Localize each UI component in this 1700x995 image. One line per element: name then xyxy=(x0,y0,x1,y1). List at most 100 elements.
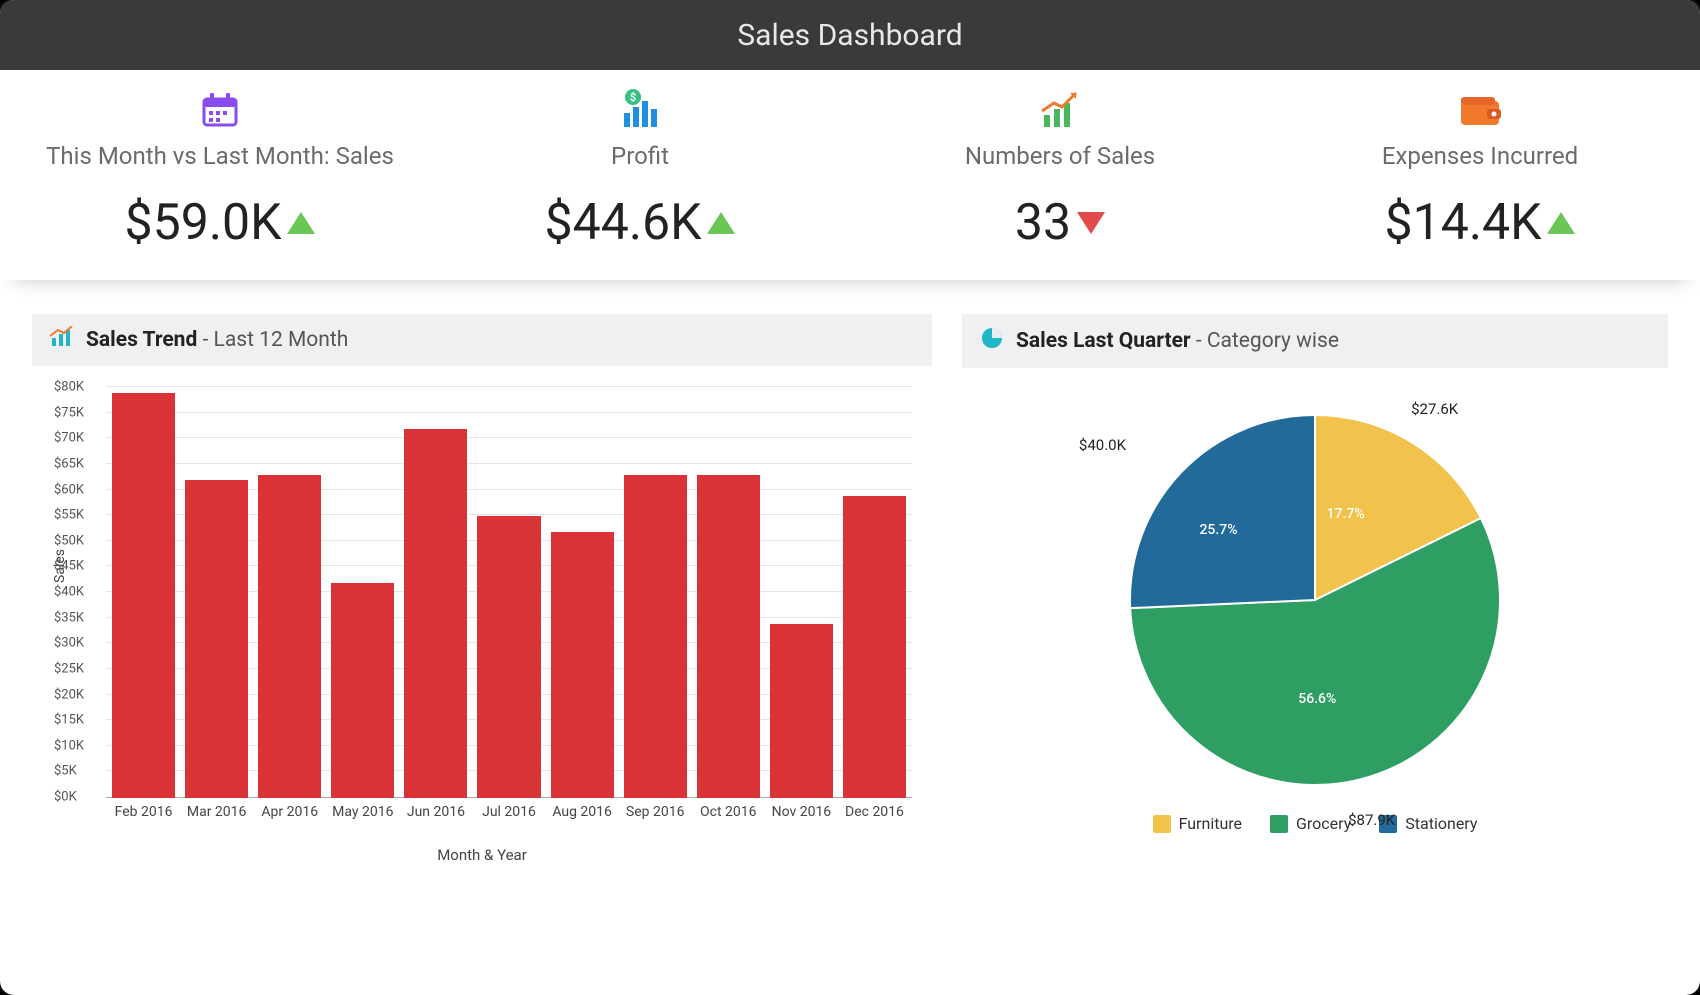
kpi-value: 33 xyxy=(1015,194,1071,252)
dashboard-header: Sales Dashboard xyxy=(0,0,1700,70)
bar[interactable] xyxy=(477,516,540,798)
y-tick: $10K xyxy=(54,738,84,753)
kpi-expenses: Expenses Incurred $14.4K xyxy=(1278,88,1681,252)
trend-up-icon xyxy=(1547,212,1575,234)
x-tick: Dec 2016 xyxy=(843,804,906,820)
panel-body: Sales $0K$5K$10K$15K$20K$25K$30K$35K$40K… xyxy=(32,366,932,874)
kpi-profit: $ Profit $44.6K xyxy=(438,88,841,252)
pie-chart: 17.7% $27.6K 56.6% $87.9K 25.7% $40.0K Furnit… xyxy=(972,390,1658,860)
bar[interactable] xyxy=(404,429,467,798)
bar-column xyxy=(331,583,394,798)
x-axis-label: Month & Year xyxy=(42,846,922,864)
pie-legend: Furniture Grocery Stationery xyxy=(1153,814,1478,833)
bar[interactable] xyxy=(331,583,394,798)
kpi-num-sales: Numbers of Sales 33 xyxy=(858,88,1261,252)
kpi-value-row: 33 xyxy=(1015,194,1105,252)
page-title: Sales Dashboard xyxy=(737,18,962,53)
kpi-label: Numbers of Sales xyxy=(965,142,1155,170)
bar-xlabels: Feb 2016 Mar 2016 Apr 2016 May 2016 Jun 2016… xyxy=(106,804,912,820)
y-tick: $15K xyxy=(54,713,84,728)
x-tick: Nov 2016 xyxy=(770,804,833,820)
y-tick: $55K xyxy=(54,508,84,523)
kpi-label: Expenses Incurred xyxy=(1382,142,1578,170)
pie-pct-label: 17.7% xyxy=(1327,506,1365,522)
bar-column xyxy=(404,429,467,798)
legend-grocery: Grocery xyxy=(1270,814,1351,833)
kpi-value: $59.0K xyxy=(125,194,282,252)
bar-chart-icon xyxy=(50,326,74,354)
y-tick: $70K xyxy=(54,431,84,446)
panel-title: Sales Last Quarter - Category wise xyxy=(1016,329,1339,353)
legend-furniture: Furniture xyxy=(1153,814,1242,833)
pie-chart-icon xyxy=(980,326,1004,356)
sales-quarter-panel: Sales Last Quarter - Category wise 17.7%… xyxy=(962,314,1668,874)
bar-column xyxy=(843,496,906,798)
x-tick: May 2016 xyxy=(331,804,394,820)
x-tick: Jun 2016 xyxy=(404,804,467,820)
y-tick: $45K xyxy=(54,559,84,574)
pie-holder: 17.7%$27.6K56.6%$87.9K25.7%$40.0K xyxy=(972,390,1658,810)
y-tick: $65K xyxy=(54,456,84,471)
legend-label: Stationery xyxy=(1405,814,1477,833)
y-tick: $0K xyxy=(54,790,77,805)
trend-down-icon xyxy=(1077,212,1105,234)
trend-up-icon xyxy=(707,212,735,234)
sales-trend-panel: Sales Trend - Last 12 Month Sales $0K$5K… xyxy=(32,314,932,874)
bar[interactable] xyxy=(185,480,248,798)
pie-value-callout: $87.9K xyxy=(1348,811,1395,829)
pie-value-callout: $27.6K xyxy=(1411,400,1458,418)
bar-column xyxy=(770,624,833,798)
calendar-icon xyxy=(200,88,240,130)
panel-title-main: Sales Trend xyxy=(86,328,197,352)
y-tick: $5K xyxy=(54,764,77,779)
bar-column xyxy=(185,480,248,798)
bar[interactable] xyxy=(624,475,687,798)
bar[interactable] xyxy=(697,475,760,798)
y-tick: $50K xyxy=(54,533,84,548)
bar-column xyxy=(112,393,175,798)
kpi-sales: This Month vs Last Month: Sales $59.0K xyxy=(18,88,421,252)
pie-value-callout: $40.0K xyxy=(1079,436,1126,454)
y-tick: $35K xyxy=(54,610,84,625)
dashboard-frame: Sales Dashboard This Month vs Last Month… xyxy=(0,0,1700,995)
wallet-icon xyxy=(1457,88,1503,130)
y-tick: $60K xyxy=(54,482,84,497)
kpi-value: $44.6K xyxy=(545,194,702,252)
svg-text:$: $ xyxy=(630,91,636,104)
panel-title-sub: - Last 12 Month xyxy=(197,328,348,352)
y-tick: $75K xyxy=(54,405,84,420)
pie-pct-label: 56.6% xyxy=(1298,691,1336,707)
kpi-value: $14.4K xyxy=(1385,194,1542,252)
panel-title-main: Sales Last Quarter xyxy=(1016,329,1191,353)
bar-column xyxy=(697,475,760,798)
y-tick: $30K xyxy=(54,636,84,651)
bar[interactable] xyxy=(258,475,321,798)
profit-icon: $ xyxy=(618,88,662,130)
kpi-label: This Month vs Last Month: Sales xyxy=(46,142,394,170)
bar[interactable] xyxy=(551,532,614,799)
bar-column xyxy=(624,475,687,798)
legend-swatch xyxy=(1270,815,1288,833)
pie-slice[interactable] xyxy=(1130,415,1315,608)
legend-swatch xyxy=(1153,815,1171,833)
panel-head: Sales Trend - Last 12 Month xyxy=(32,314,932,366)
bar-column xyxy=(477,516,540,798)
trend-icon xyxy=(1038,88,1082,130)
x-tick: Sep 2016 xyxy=(624,804,687,820)
bar[interactable] xyxy=(112,393,175,798)
x-tick: Apr 2016 xyxy=(258,804,321,820)
y-tick: $25K xyxy=(54,661,84,676)
bar[interactable] xyxy=(770,624,833,798)
bar[interactable] xyxy=(843,496,906,798)
kpi-label: Profit xyxy=(611,142,669,170)
panel-title: Sales Trend - Last 12 Month xyxy=(86,328,348,352)
panel-head: Sales Last Quarter - Category wise xyxy=(962,314,1668,368)
bar-column xyxy=(258,475,321,798)
bar-chart: Sales $0K$5K$10K$15K$20K$25K$30K$35K$40K… xyxy=(106,388,912,838)
trend-up-icon xyxy=(287,212,315,234)
bar-plot xyxy=(106,388,912,798)
y-tick: $40K xyxy=(54,585,84,600)
pie-pct-label: 25.7% xyxy=(1199,522,1237,538)
x-tick: Mar 2016 xyxy=(185,804,248,820)
x-tick: Feb 2016 xyxy=(112,804,175,820)
